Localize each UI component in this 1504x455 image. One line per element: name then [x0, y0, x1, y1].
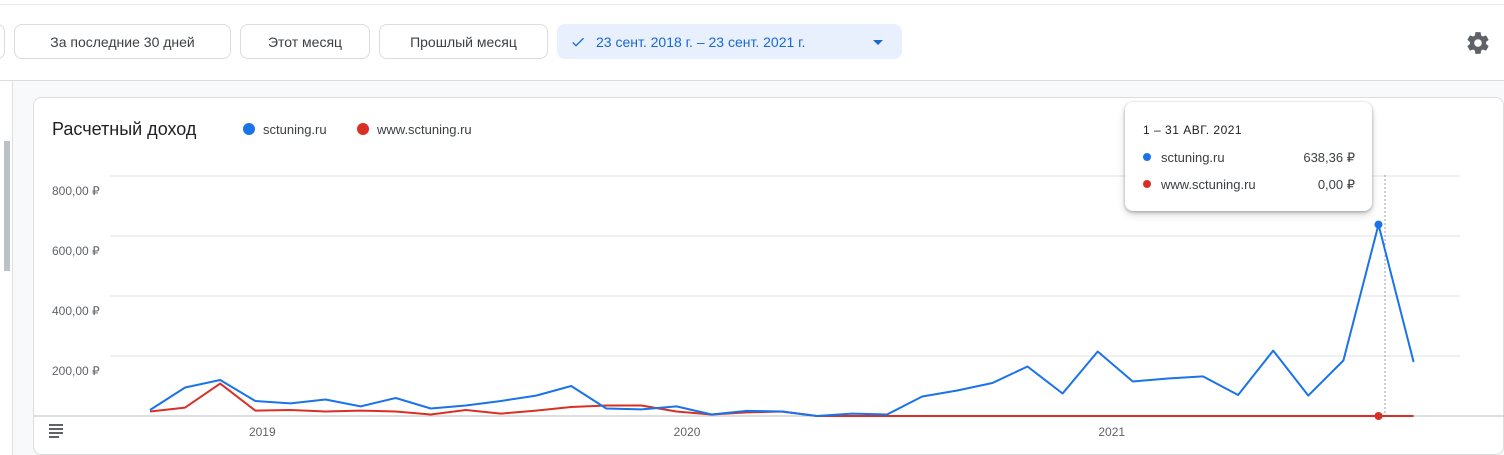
- tooltip-row-sctuning: sctuning.ru 638,36 ₽: [1143, 150, 1355, 168]
- tooltip-date: 1 – 31 АВГ. 2021: [1143, 123, 1243, 137]
- tooltip-row-www-sctuning: www.sctuning.ru 0,00 ₽: [1143, 177, 1355, 195]
- series-dot-icon: [1143, 153, 1151, 161]
- tooltip-series-name: www.sctuning.ru: [1161, 177, 1256, 192]
- x-tick-label: 2021: [1098, 425, 1125, 439]
- highlight-point: [1374, 220, 1383, 229]
- x-tick-label: 2020: [674, 425, 701, 439]
- tooltip-series-value: 0,00 ₽: [1317, 177, 1355, 192]
- series-line-sctuning-ru: [149, 223, 1415, 417]
- tooltip-series-value: 638,36 ₽: [1303, 150, 1355, 165]
- y-tick-label: 800,00 ₽: [52, 184, 100, 198]
- y-tick-label: 400,00 ₽: [52, 304, 100, 318]
- x-tick-label: 2019: [249, 425, 276, 439]
- table-toggle-icon[interactable]: [49, 424, 63, 438]
- tooltip-series-name: sctuning.ru: [1161, 150, 1225, 165]
- earnings-line-chart: 800,00 ₽ 600,00 ₽ 400,00 ₽ 200,00 ₽ 2019 202…: [34, 175, 1504, 439]
- highlight-point: [1374, 412, 1383, 420]
- chart-tooltip: 1 – 31 АВГ. 2021 sctuning.ru 638,36 ₽ ww…: [1125, 102, 1372, 211]
- series-dot-icon: [1143, 180, 1151, 188]
- y-tick-label: 600,00 ₽: [52, 244, 100, 258]
- y-tick-label: 200,00 ₽: [52, 364, 100, 378]
